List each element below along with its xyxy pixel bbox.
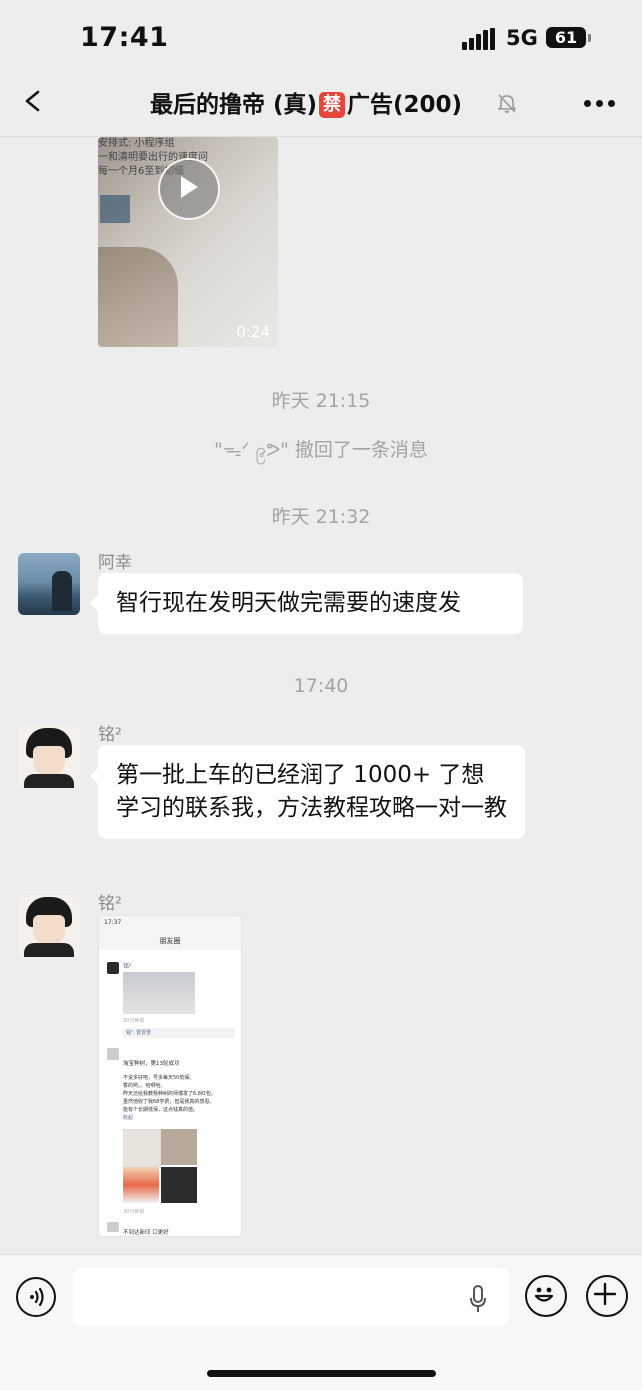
shot-avatar xyxy=(107,1048,119,1060)
play-icon[interactable] xyxy=(158,158,220,220)
voice-wave-icon xyxy=(30,1287,44,1307)
shot-avatar xyxy=(107,1222,119,1232)
more-actions-button[interactable] xyxy=(586,1275,628,1317)
shot-post2-line: 不说多好吧，号多每天50低保。 xyxy=(123,1075,195,1081)
microphone-icon[interactable] xyxy=(469,1284,487,1314)
shot-post2-meta: 30分钟前 xyxy=(123,1209,145,1215)
message-bubble[interactable]: 第一批上车的已经润了 1000+ 了想学习的联系我，方法教程攻略一对一教 xyxy=(98,745,525,839)
shot-post1-meta: 20分钟前 xyxy=(123,1018,145,1024)
back-chevron-icon[interactable] xyxy=(22,90,44,112)
network-type: 5G xyxy=(506,26,538,50)
sender-name: 铭² xyxy=(98,725,122,745)
shot-post3-name: 不到达新印 口更好 xyxy=(123,1230,169,1236)
shot-post2-line: 淘宝种树，第13轮成功 xyxy=(123,1061,180,1067)
shot-thumb xyxy=(123,1129,161,1167)
bubble-tail xyxy=(90,595,98,611)
sender-name: 阿幸 xyxy=(98,553,132,573)
home-indicator[interactable] xyxy=(207,1370,436,1377)
shot-title: 朋友圈 xyxy=(159,937,181,945)
recall-notice: "ᯓᐟ ၉ᕗ" 撤回了一条消息 xyxy=(214,439,428,461)
avatar-face xyxy=(33,746,65,776)
shot-thumb xyxy=(161,1167,197,1203)
chat-title-suffix: 广告(200) xyxy=(347,92,463,118)
shot-post2-body: 不说多好吧，号多每天50低保。 香的哟。。哈啊哈。 昨天还给我教我种树的师傅发了… xyxy=(123,1074,216,1122)
image-message[interactable]: 17:37 朋友圈 铭² 20分钟前 铭², 冒冒雪 淘宝种树，第13轮成功 不… xyxy=(98,915,242,1237)
shot-post1-name: 铭² xyxy=(123,963,132,970)
emoji-button[interactable] xyxy=(525,1275,567,1317)
shot-thumb xyxy=(123,1167,159,1203)
more-options-icon[interactable] xyxy=(584,100,616,108)
sender-name: 铭² xyxy=(98,894,122,914)
video-caption-line: 安排式: 小程序组 xyxy=(98,138,175,149)
bubble-tail xyxy=(90,768,98,784)
smile-icon xyxy=(534,1287,554,1302)
timestamp: 17:40 xyxy=(293,675,349,697)
avatar[interactable] xyxy=(18,726,80,788)
avatar-shirt xyxy=(24,943,74,957)
timestamp: 昨天 21:15 xyxy=(271,390,371,412)
cellular-signal-icon xyxy=(462,28,496,50)
shot-time: 17:37 xyxy=(104,919,122,926)
message-input[interactable] xyxy=(73,1268,509,1326)
hand-thumbnail xyxy=(98,247,178,347)
mute-bell-icon xyxy=(498,94,516,113)
chat-header: 最后的撸帝 (真) 禁广告(200) xyxy=(0,70,642,137)
status-time: 17:41 xyxy=(80,22,169,53)
input-bar xyxy=(0,1254,642,1390)
timestamp: 昨天 21:32 xyxy=(271,506,371,528)
forbidden-badge: 禁 xyxy=(319,92,346,118)
shot-post2-line: 能有个长期低保，这点钱真的值。 xyxy=(123,1107,199,1113)
message-bubble[interactable]: 智行现在发明天做完需要的速度发 xyxy=(98,573,523,634)
shot-post1-image xyxy=(123,972,195,1014)
video-message[interactable]: 安排式: 小程序组 一和清明要出行的速度问 每一个月6至到初级 0:24 xyxy=(98,137,278,347)
plus-icon xyxy=(593,1282,617,1306)
shot-thumb xyxy=(161,1129,197,1165)
avatar-face xyxy=(33,915,65,945)
avatar[interactable] xyxy=(18,895,80,957)
video-duration: 0:24 xyxy=(236,323,270,341)
chat-title: 最后的撸帝 (真) 禁广告(200) xyxy=(150,85,462,119)
battery-icon: 61 xyxy=(546,27,586,48)
shot-post2-line: 收起 xyxy=(123,1115,134,1121)
shot-avatar xyxy=(107,962,119,974)
avatar[interactable] xyxy=(18,553,80,615)
shot-post2-line: 昨天还给我教我种树的师傅发了6.8红包。 xyxy=(123,1091,216,1097)
qr-code-thumbnail xyxy=(100,195,130,223)
chat-title-prefix: 最后的撸帝 (真) xyxy=(150,92,318,118)
battery-tip xyxy=(588,34,591,42)
shot-post2-line: 香的哟。。哈啊哈。 xyxy=(123,1083,166,1089)
voice-toggle-button[interactable] xyxy=(16,1277,56,1317)
avatar-shirt xyxy=(24,774,74,788)
shot-post1-like: 铭², 冒冒雪 xyxy=(123,1028,235,1038)
shot-post2-line: 虽然他收了我68学费，但是我真的感恩。 xyxy=(123,1099,215,1105)
avatar-figure xyxy=(52,571,72,611)
